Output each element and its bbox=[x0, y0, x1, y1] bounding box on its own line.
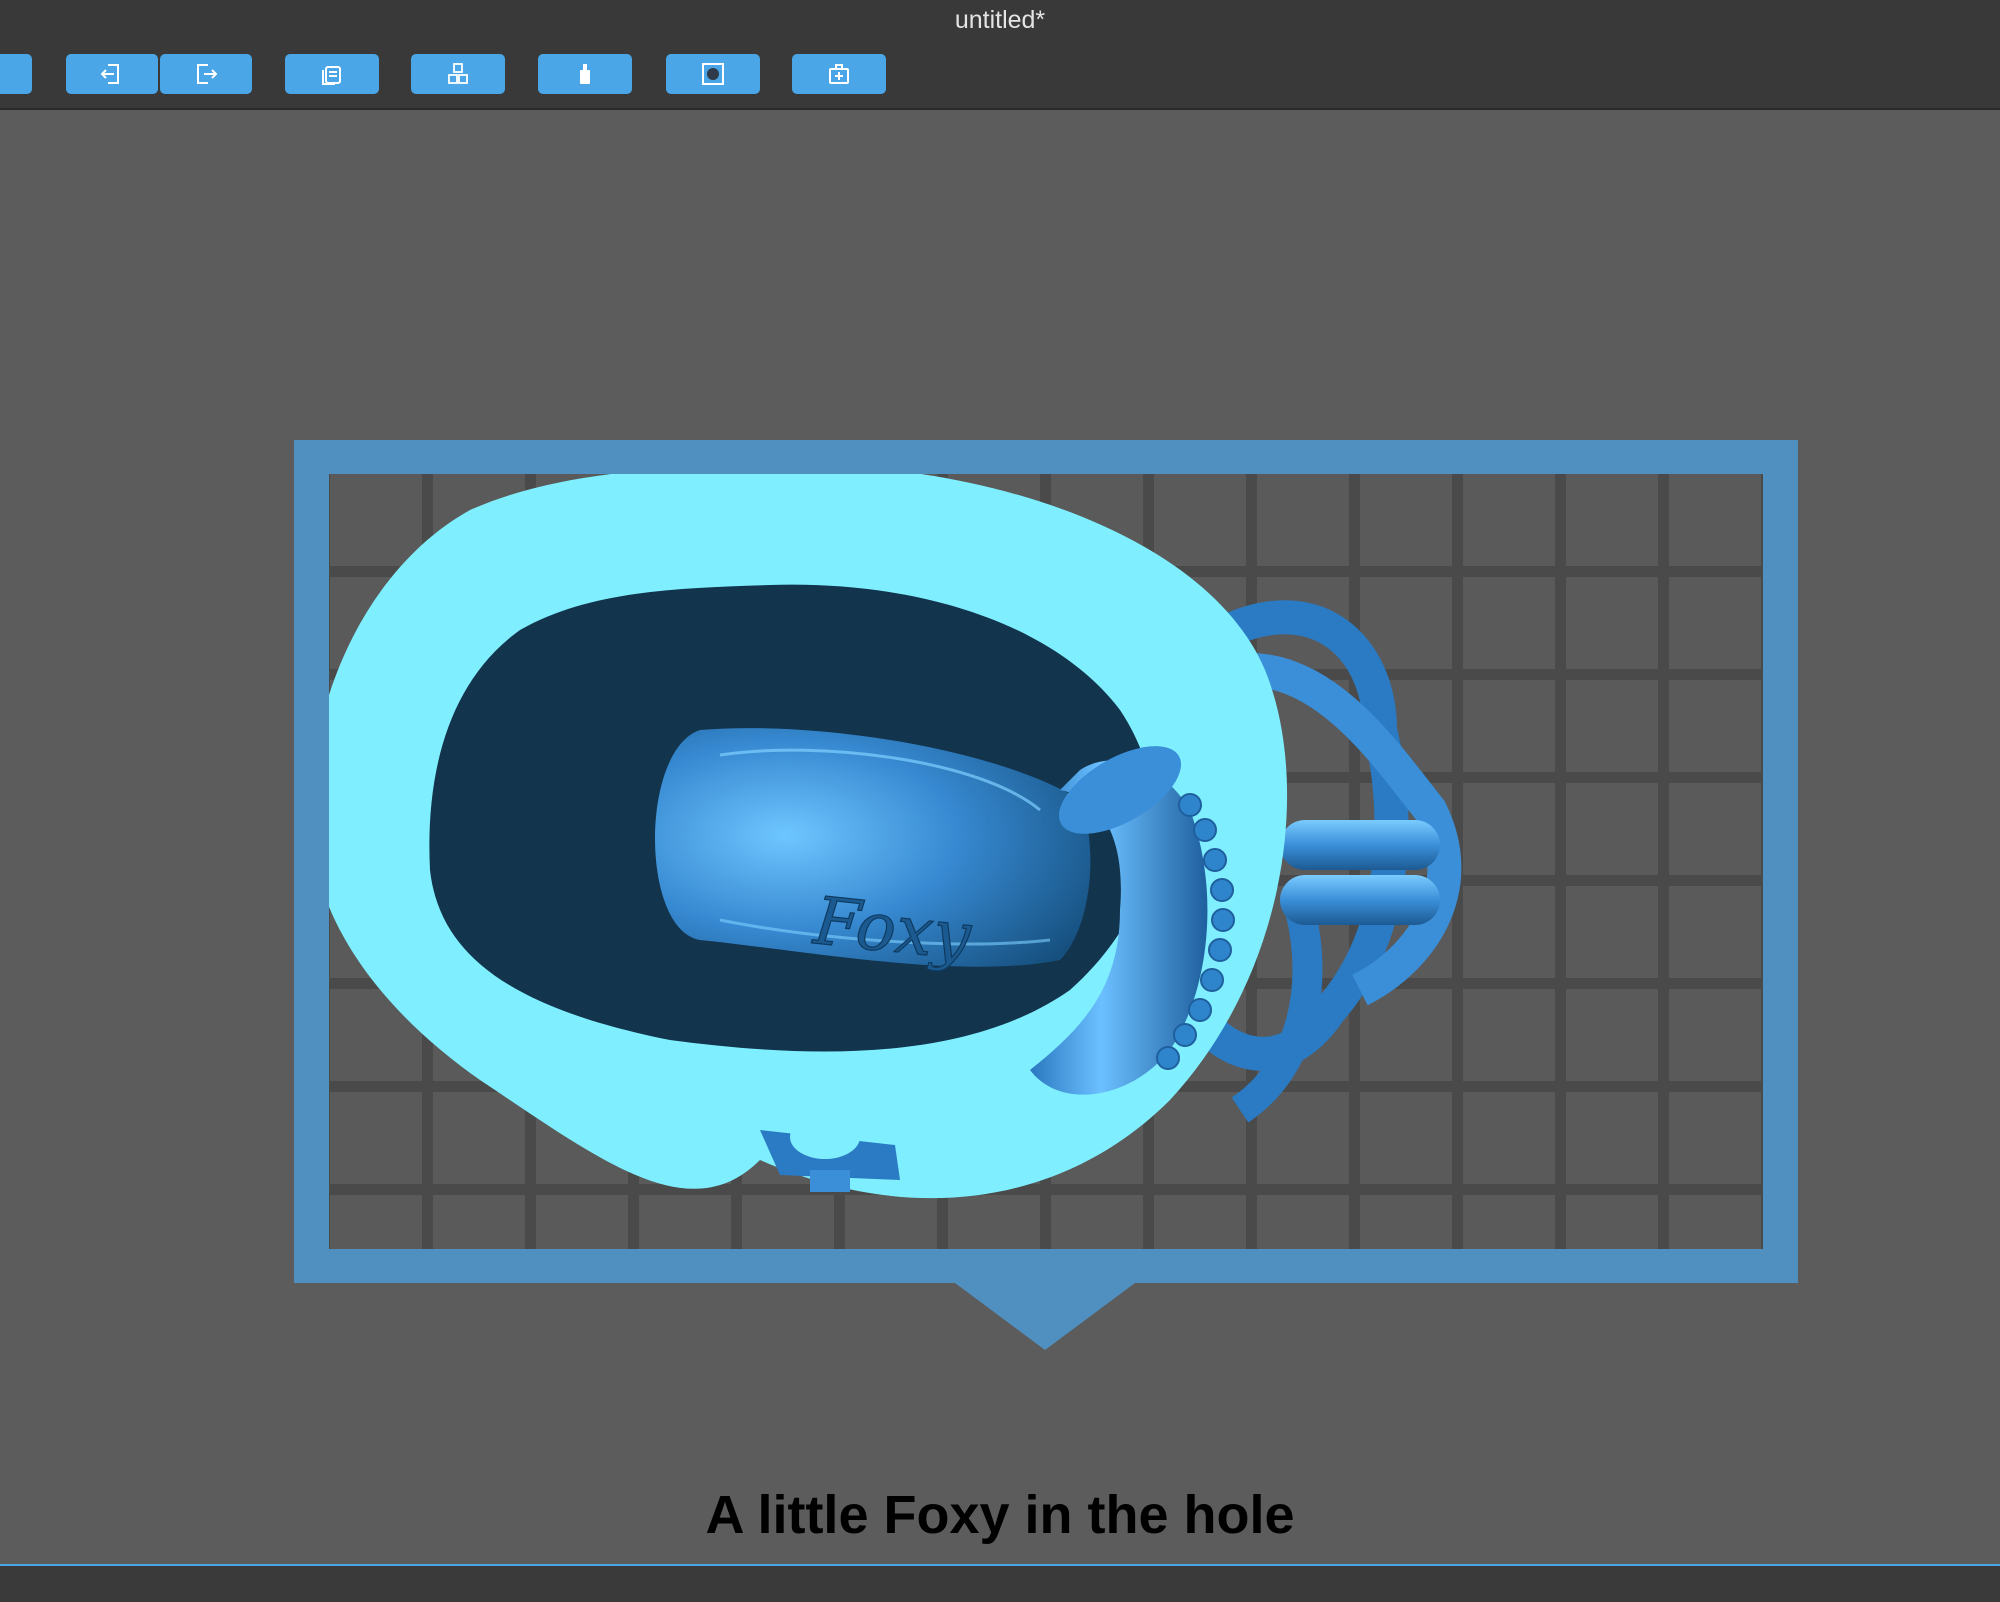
import-button[interactable] bbox=[66, 54, 158, 94]
hollow-button[interactable] bbox=[666, 54, 760, 94]
layers-icon bbox=[322, 66, 341, 85]
export-button[interactable] bbox=[160, 54, 252, 94]
support-button[interactable] bbox=[538, 54, 632, 94]
engraved-text: Foxy bbox=[810, 882, 975, 975]
layers-button[interactable] bbox=[285, 54, 379, 94]
3d-viewport[interactable]: Foxy A little Foxy in the hole bbox=[0, 110, 2000, 1564]
arrange-button[interactable] bbox=[411, 54, 505, 94]
import-icon bbox=[100, 64, 119, 84]
toolbox-add-icon bbox=[829, 64, 849, 84]
caption-text: A little Foxy in the hole bbox=[705, 1485, 1295, 1545]
support-icon bbox=[580, 64, 590, 84]
status-bar bbox=[0, 1564, 2000, 1602]
window-title: untitled* bbox=[954, 6, 1046, 34]
add-tool-button[interactable] bbox=[792, 54, 886, 94]
cubes-icon bbox=[448, 63, 468, 84]
export-icon bbox=[197, 64, 218, 84]
title-bar: untitled* bbox=[0, 0, 2000, 40]
toolbar-button-edge[interactable] bbox=[0, 54, 32, 94]
toolbar bbox=[0, 40, 2000, 110]
hollow-icon bbox=[702, 63, 724, 85]
